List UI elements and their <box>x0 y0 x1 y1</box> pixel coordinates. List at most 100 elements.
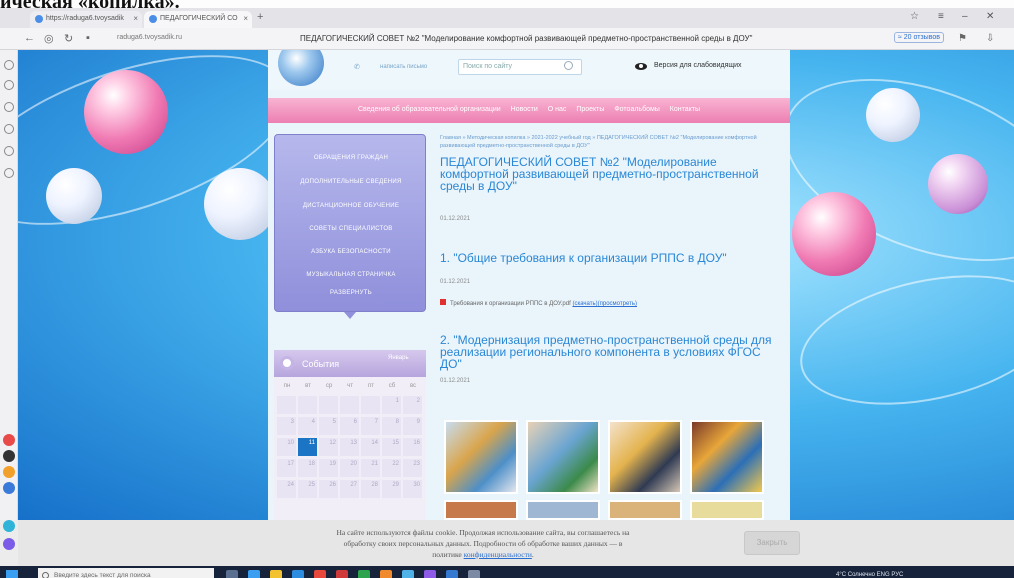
privacy-policy-link[interactable]: конфиденциальности <box>464 550 532 559</box>
reload-icon[interactable]: ↻ <box>64 32 73 45</box>
calendar-day[interactable]: 6 <box>340 417 359 435</box>
gallery-photo[interactable] <box>690 420 764 494</box>
calendar-day[interactable]: 15 <box>382 438 401 456</box>
app-dark-icon[interactable] <box>3 450 15 462</box>
close-window-icon[interactable]: ✕ <box>986 11 994 22</box>
edge-icon[interactable] <box>292 570 304 578</box>
eye-icon[interactable] <box>635 63 647 70</box>
notes-icon[interactable] <box>4 80 14 90</box>
calendar-day[interactable]: 14 <box>361 438 380 456</box>
calendar-day[interactable]: 5 <box>319 417 338 435</box>
system-tray[interactable]: 4°C Солнечно ENG РУС <box>836 572 903 578</box>
favorites-icon[interactable] <box>4 102 14 112</box>
taskbar-search-input[interactable]: Введите здесь текст для поиска <box>38 568 214 578</box>
opera-icon[interactable] <box>336 570 348 578</box>
side-menu-item[interactable]: ДОПОЛНИТЕЛЬНЫЕ СВЕДЕНИЯ <box>275 179 427 185</box>
app-purple-icon[interactable] <box>424 570 436 578</box>
nav-item-photo-albums[interactable]: Фотоальбомы <box>614 106 659 113</box>
download-icon[interactable]: ⇩ <box>986 33 994 44</box>
calendar-day[interactable]: 13 <box>340 438 359 456</box>
close-tab-icon[interactable]: × <box>243 14 248 23</box>
calendar-day-today[interactable]: 11 <box>298 438 317 456</box>
calendar-day[interactable]: 18 <box>298 459 317 477</box>
side-menu-item[interactable]: ДИСТАНЦИОННОЕ ОБУЧЕНИЕ <box>275 203 427 209</box>
calendar-day[interactable]: 17 <box>277 459 296 477</box>
calendar-day[interactable]: 30 <box>403 480 422 498</box>
view-link[interactable]: (просмотреть) <box>598 301 637 307</box>
send-icon[interactable] <box>3 520 15 532</box>
calendar-day[interactable]: 25 <box>298 480 317 498</box>
calendar-day[interactable]: 28 <box>361 480 380 498</box>
calendar-day[interactable]: 4 <box>298 417 317 435</box>
menu-icon[interactable]: ≡ <box>938 11 944 22</box>
app-blue-icon[interactable] <box>3 482 15 494</box>
calendar-day[interactable]: 22 <box>382 459 401 477</box>
gallery-photo[interactable] <box>608 500 682 520</box>
nav-item-projects[interactable]: Проекты <box>576 106 604 113</box>
minimize-icon[interactable]: – <box>962 11 968 22</box>
calendar-day[interactable]: 19 <box>319 459 338 477</box>
calendar-day[interactable]: 8 <box>382 417 401 435</box>
side-menu-item[interactable]: ОБРАЩЕНИЯ ГРАЖДАН <box>275 155 427 161</box>
phone-icon[interactable]: ✆ <box>354 63 360 71</box>
nav-item-org-info[interactable]: Сведения об образовательной организации <box>358 106 501 113</box>
gallery-photo[interactable] <box>608 420 682 494</box>
mail-icon[interactable] <box>3 466 15 478</box>
gallery-photo[interactable] <box>526 500 600 520</box>
calendar-day[interactable]: 1 <box>382 396 401 414</box>
calendar-day[interactable]: 21 <box>361 459 380 477</box>
breadcrumb[interactable]: Главная » Методическая копилка » 2021-20… <box>440 134 770 150</box>
gallery-photo[interactable] <box>444 420 518 494</box>
address-input[interactable]: raduga6.tvoysadik.ru <box>117 34 182 41</box>
app-gray-icon[interactable] <box>468 570 480 578</box>
expand-menu-link[interactable]: РАЗВЕРНУТЬ <box>275 290 427 296</box>
history-icon[interactable] <box>4 60 14 70</box>
app-violet-icon[interactable] <box>3 538 15 550</box>
write-letter-link[interactable]: написать письмо <box>380 64 427 70</box>
calendar-month[interactable]: Январь <box>388 355 409 361</box>
reviews-badge[interactable]: ≈ 20 отзывов <box>894 32 944 43</box>
new-tab-icon[interactable]: + <box>257 11 263 23</box>
collections-icon[interactable]: ☆ <box>910 11 919 22</box>
app-orange-icon[interactable] <box>380 570 392 578</box>
nav-item-contacts[interactable]: Контакты <box>670 106 700 113</box>
side-menu-item[interactable]: АЗБУКА БЕЗОПАСНОСТИ <box>275 249 427 255</box>
low-vision-link[interactable]: Версия для слабовидящих <box>654 62 742 69</box>
downloads-icon[interactable] <box>4 124 14 134</box>
explorer-icon[interactable] <box>270 570 282 578</box>
search-icon[interactable] <box>564 61 573 70</box>
gallery-photo[interactable] <box>444 500 518 520</box>
app-green-icon[interactable] <box>358 570 370 578</box>
app-lightblue-icon[interactable] <box>402 570 414 578</box>
play-icon[interactable] <box>4 146 14 156</box>
calendar-day[interactable]: 9 <box>403 417 422 435</box>
windows-start-icon[interactable] <box>6 570 18 578</box>
word-icon[interactable] <box>446 570 458 578</box>
yandex-icon[interactable] <box>314 570 326 578</box>
browser-tab[interactable]: https://raduga6.tvoysadik × <box>30 11 142 28</box>
calendar-day[interactable]: 7 <box>361 417 380 435</box>
task-view-icon[interactable] <box>226 570 238 578</box>
app-red-icon[interactable] <box>3 434 15 446</box>
nav-item-news[interactable]: Новости <box>511 106 538 113</box>
calendar-day[interactable]: 10 <box>277 438 296 456</box>
calendar-day[interactable]: 20 <box>340 459 359 477</box>
back-icon[interactable]: ← <box>24 32 35 44</box>
close-tab-icon[interactable]: × <box>133 14 138 23</box>
calendar-day[interactable]: 27 <box>340 480 359 498</box>
calendar-day[interactable]: 16 <box>403 438 422 456</box>
side-menu-item[interactable]: МУЗЫКАЛЬНАЯ СТРАНИЧКА <box>275 272 427 278</box>
nav-item-about[interactable]: О нас <box>548 106 567 113</box>
gallery-photo[interactable] <box>526 420 600 494</box>
browser-tab-active[interactable]: ПЕДАГОГИЧЕСКИЙ СО × <box>144 11 252 28</box>
calendar-day[interactable]: 12 <box>319 438 338 456</box>
app-icon[interactable] <box>248 570 260 578</box>
calendar-day[interactable]: 24 <box>277 480 296 498</box>
screenshot-icon[interactable] <box>4 168 14 178</box>
shield-icon[interactable]: ◎ <box>44 32 54 45</box>
calendar-day[interactable]: 29 <box>382 480 401 498</box>
calendar-day[interactable]: 26 <box>319 480 338 498</box>
bookmark-icon[interactable]: ⚑ <box>958 33 967 44</box>
download-link[interactable]: (скачать) <box>572 301 597 307</box>
cookie-close-button[interactable]: Закрыть <box>744 531 800 555</box>
